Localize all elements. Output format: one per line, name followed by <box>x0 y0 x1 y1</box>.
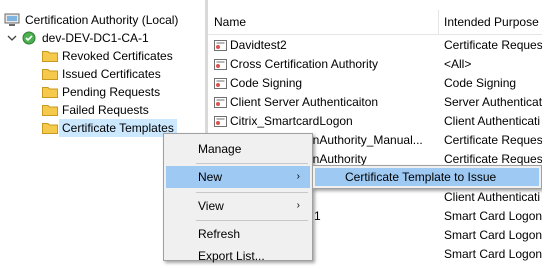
tree-folder-label: Pending Requests <box>62 85 161 99</box>
certificate-icon <box>214 116 227 127</box>
submenu-arrow-icon: › <box>296 200 300 211</box>
row-purpose: Client Authenticati <box>444 190 541 204</box>
menu-separator <box>196 192 308 193</box>
row-name: Davidtest2 <box>230 38 287 52</box>
menu-separator <box>196 163 308 164</box>
list-header: Name Intended Purpose <box>208 10 542 35</box>
menu-item-view[interactable]: View › <box>166 195 310 217</box>
ca-server-icon <box>22 31 36 45</box>
tree-ca-label: dev-DEV-DC1-CA-1 <box>42 31 149 45</box>
row-name: onAuthority_Manual... <box>306 133 423 147</box>
menu-item-export-list[interactable]: Export List... <box>166 245 310 267</box>
certificate-icon <box>214 97 227 108</box>
tree-folder-label: Failed Requests <box>62 103 149 117</box>
row-purpose: Certificate Request <box>444 133 542 147</box>
tree-root-label: Certification Authority (Local) <box>25 13 179 27</box>
table-row[interactable]: Davidtest2 Certificate Request <box>208 36 542 55</box>
table-row[interactable]: Client Server Authenticaiton Server Auth… <box>208 93 542 112</box>
row-purpose: Certificate Request <box>444 38 542 52</box>
menu-item-label: Certificate Template to Issue <box>345 170 497 184</box>
folder-icon <box>42 105 58 116</box>
tree-folder-label: Certificate Templates <box>59 119 177 137</box>
row-purpose: Smart Card Logon, <box>444 228 542 242</box>
menu-item-label: Manage <box>198 142 242 156</box>
new-submenu: Certificate Template to Issue <box>312 165 542 189</box>
column-header-name[interactable]: Name <box>214 10 246 34</box>
folder-icon <box>42 87 58 98</box>
folder-icon <box>42 69 58 80</box>
row-purpose: Client Authenticati <box>444 114 541 128</box>
row-purpose: Smart Card Logon, <box>444 209 542 223</box>
table-row[interactable]: Cross Certification Authority <All> <box>208 55 542 74</box>
row-purpose: Code Signing <box>444 76 517 90</box>
menu-item-certificate-template-to-issue[interactable]: Certificate Template to Issue <box>315 168 539 186</box>
table-row[interactable]: Citrix_SmartcardLogon Client Authenticat… <box>208 112 542 131</box>
context-menu: Manage New › View › Refresh Export List.… <box>163 133 313 263</box>
certification-authority-icon <box>4 13 20 26</box>
certificate-icon <box>214 59 227 70</box>
certificate-icon <box>214 78 227 89</box>
folder-icon <box>42 51 58 62</box>
row-name: Code Signing <box>230 76 303 90</box>
certificate-icon <box>214 40 227 51</box>
folder-icon <box>42 123 58 134</box>
menu-item-new[interactable]: New › <box>166 166 310 188</box>
menu-item-label: View <box>198 199 224 213</box>
menu-item-label: Refresh <box>198 227 241 241</box>
row-name: Client Server Authenticaiton <box>230 95 379 109</box>
row-purpose: Server Authenticat <box>444 95 542 109</box>
column-divider[interactable] <box>438 10 439 34</box>
tree-folder-label: Issued Certificates <box>62 67 161 81</box>
menu-item-label: New <box>198 170 223 184</box>
menu-separator <box>196 220 308 221</box>
menu-item-manage[interactable]: Manage <box>166 138 310 160</box>
menu-item-refresh[interactable]: Refresh <box>166 223 310 245</box>
row-name: 1 <box>314 209 321 223</box>
row-purpose: Smart Card Logon, <box>444 247 542 261</box>
column-header-purpose[interactable]: Intended Purpose <box>444 10 539 34</box>
tree-folder-label: Revoked Certificates <box>62 49 173 63</box>
row-name: Cross Certification Authority <box>230 57 379 71</box>
chevron-down-icon[interactable] <box>6 32 18 44</box>
menu-item-label: Export List... <box>198 249 265 263</box>
table-row[interactable]: Code Signing Code Signing <box>208 74 542 93</box>
row-name: Citrix_SmartcardLogon <box>230 114 353 128</box>
row-purpose: <All> <box>444 57 472 71</box>
submenu-arrow-icon: › <box>296 171 300 182</box>
